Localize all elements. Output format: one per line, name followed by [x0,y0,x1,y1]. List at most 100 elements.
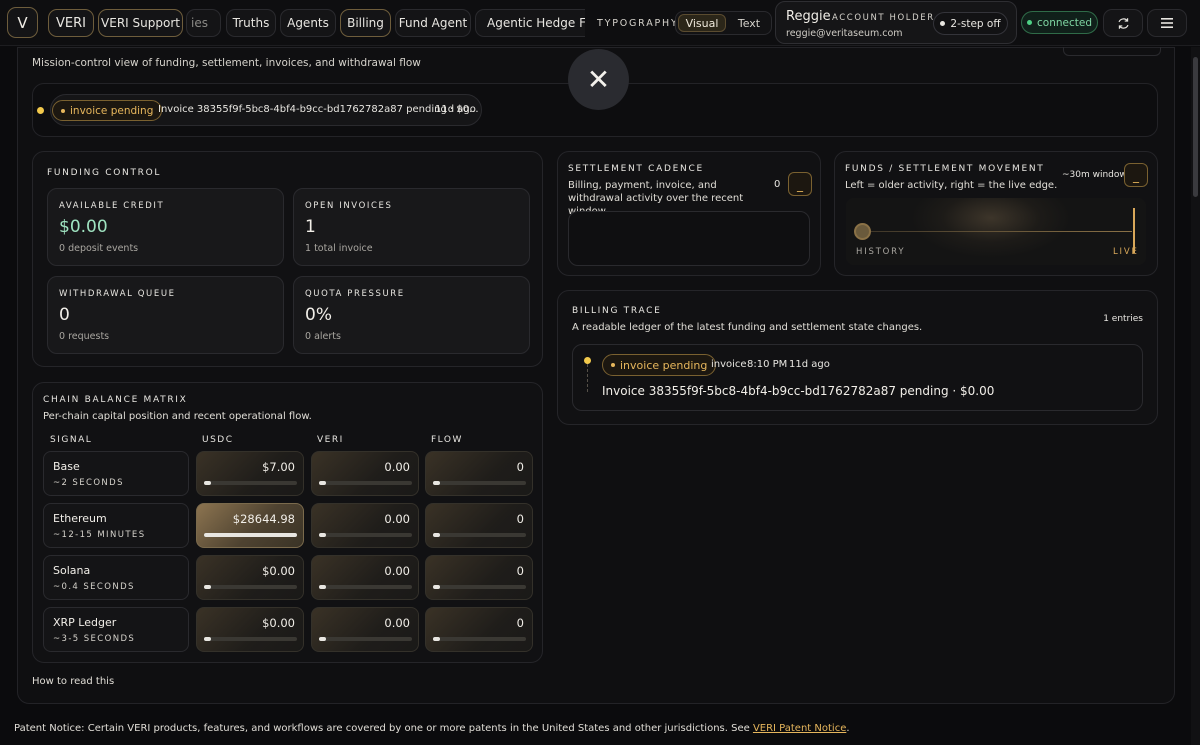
flow-cell[interactable]: 0 [425,607,533,652]
chain-name: Ethereum [53,512,107,525]
header-action-stub[interactable] [1063,47,1161,56]
trace-entries-count: 1 entries [1103,314,1143,324]
chain-name: Solana [53,564,91,577]
trace-dot-icon [584,357,591,364]
level-track [433,481,526,485]
section-title: SETTLEMENT CADENCE [568,164,704,174]
page-scrollbar[interactable] [1191,47,1200,745]
section-desc: A readable ledger of the latest funding … [572,322,923,333]
badge-label: invoice pending [620,358,708,372]
close-icon: ✕ [586,63,611,96]
level-fill [433,481,441,485]
level-track [204,637,297,641]
flow-cell[interactable]: 0 [425,555,533,600]
account-card[interactable]: Reggie ACCOUNT HOLDER reggie@veritaseum.… [775,1,1017,44]
movement-timeline: HISTORY LIVE [846,198,1146,265]
nav-veri-support[interactable]: VERI Support [98,9,183,37]
chain-signal-cell[interactable]: XRP Ledger ~3-5 SECONDS [43,607,189,652]
chain-settle-time: ~2 SECONDS [53,478,124,488]
settlement-cadence-panel: SETTLEMENT CADENCE Billing, payment, inv… [557,151,821,276]
top-bar: V VERI VERI Support ies Truths Agents Bi… [0,0,1200,46]
connection-status-label: connected [1037,16,1092,29]
veri-cell[interactable]: 0.00 [311,555,419,600]
trace-text: Invoice 38355f9f-5bc8-4bf4-b9cc-bd176278… [602,384,995,398]
section-title: FUNDING CONTROL [47,168,162,178]
cell-value: 0 [516,512,524,526]
nav-truncated-item[interactable]: ies [186,9,221,37]
chain-signal-cell[interactable]: Solana ~0.4 SECONDS [43,555,189,600]
usdc-cell[interactable]: $0.00 [196,607,304,652]
column-header-signal: SIGNAL [50,435,93,445]
nav-fund-agent[interactable]: Fund Agent [395,9,471,37]
alert-dot-icon [37,107,44,114]
cell-value: $0.00 [262,564,295,578]
stat-withdrawal-queue: WITHDRAWAL QUEUE 0 0 requests [47,276,284,354]
flow-cell[interactable]: 0 [425,503,533,548]
level-fill [204,533,297,537]
stat-sub: 0 deposit events [59,243,139,254]
nav-veri[interactable]: VERI [48,9,94,37]
level-track [204,585,297,589]
section-title: CHAIN BALANCE MATRIX [43,395,188,405]
two-step-label: 2-step off [950,17,1001,30]
refresh-icon [1117,17,1129,29]
movement-toggle-button[interactable]: _ [1124,163,1148,187]
funds-movement-panel: FUNDS / SETTLEMENT MOVEMENT Left = older… [834,151,1158,276]
nav-billing[interactable]: Billing [340,9,391,37]
cadence-toggle-button[interactable]: _ [788,172,812,196]
live-label: LIVE [1113,247,1139,257]
veri-cell[interactable]: 0.00 [311,451,419,496]
flow-cell[interactable]: 0 [425,451,533,496]
stat-value: 0 [59,305,70,325]
stat-sub: 0 alerts [305,331,341,342]
brand-logo[interactable]: V [7,7,38,38]
nav-truths[interactable]: Truths [226,9,276,37]
connection-status: connected [1021,11,1098,34]
menu-button[interactable] [1147,9,1187,37]
chain-signal-cell[interactable]: Base ~2 SECONDS [43,451,189,496]
trace-connector [587,364,588,392]
level-fill [319,481,327,485]
level-fill [433,533,441,537]
patent-notice-link[interactable]: VERI Patent Notice [753,723,846,734]
status-dot-icon [1027,20,1032,25]
chain-settle-time: ~0.4 SECONDS [53,582,135,592]
close-button[interactable]: ✕ [568,49,629,110]
level-track [319,637,412,641]
level-fill [204,481,212,485]
typography-toggle: Visual Text [675,11,772,35]
veri-cell[interactable]: 0.00 [311,503,419,548]
level-track [319,585,412,589]
alert-chip[interactable]: invoice pending Invoice 38355f9f-5bc8-4b… [50,94,482,126]
alert-text: Invoice 38355f9f-5bc8-4bf4-b9cc-bd176278… [158,104,479,115]
billing-trace-panel: BILLING TRACE A readable ledger of the l… [557,290,1158,425]
stat-quota-pressure: QUOTA PRESSURE 0% 0 alerts [293,276,530,354]
nav-agentic-hedge-fund[interactable]: Agentic Hedge Fund [475,9,585,37]
account-name: Reggie [786,9,831,24]
chain-signal-cell[interactable]: Ethereum ~12-15 MINUTES [43,503,189,548]
trace-entry[interactable]: invoice pending invoice 8:10 PM 11d ago … [572,344,1143,411]
how-to-read-link[interactable]: How to read this [32,676,114,687]
typography-visual-option[interactable]: Visual [678,14,726,32]
nav-agents[interactable]: Agents [280,9,336,37]
stat-value: 0% [305,305,332,325]
usdc-cell[interactable]: $28644.98 [196,503,304,548]
usdc-cell[interactable]: $7.00 [196,451,304,496]
two-step-badge[interactable]: 2-step off [933,12,1008,35]
cell-value: 0.00 [384,616,410,630]
chain-settle-time: ~12-15 MINUTES [53,530,146,540]
usdc-cell[interactable]: $0.00 [196,555,304,600]
timeline-line [862,231,1132,232]
trace-kind: invoice [711,359,747,370]
cell-value: $28644.98 [232,512,295,526]
veri-cell[interactable]: 0.00 [311,607,419,652]
trace-time: 8:10 PM [747,359,788,370]
timeline-handle[interactable] [854,223,871,240]
scrollbar-thumb[interactable] [1193,57,1198,197]
refresh-button[interactable] [1103,9,1143,37]
invoice-pending-badge: invoice pending [602,354,717,376]
account-email: reggie@veritaseum.com [786,28,903,39]
typography-text-option[interactable]: Text [728,14,770,32]
level-fill [319,585,327,589]
section-title: BILLING TRACE [572,306,662,316]
